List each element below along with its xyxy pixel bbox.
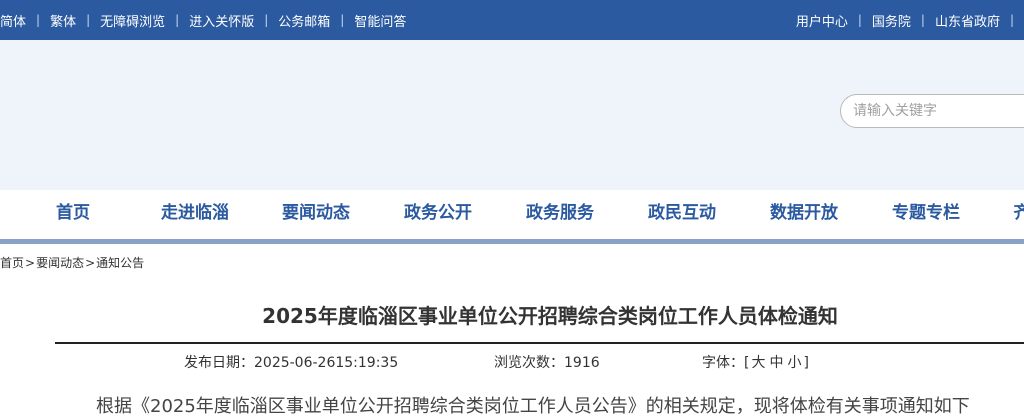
link-shandong-government[interactable]: 山东省政府 (935, 11, 1000, 30)
top-bar-left-links: 简体 | 繁体 | 无障碍浏览 | 进入关怀版 | 公务邮箱 | 智能问答 (0, 0, 406, 40)
top-bar-right-links: 用户中心 | 国务院 | 山东省政府 | (796, 0, 1024, 40)
top-bar: 简体 | 繁体 | 无障碍浏览 | 进入关怀版 | 公务邮箱 | 智能问答 用户… (0, 0, 1024, 40)
separator: | (264, 13, 268, 27)
nav-item-government-services[interactable]: 政务服务 (526, 190, 594, 236)
link-care-version[interactable]: 进入关怀版 (189, 11, 254, 30)
breadcrumb-notices[interactable]: 通知公告 (96, 256, 144, 270)
article-title: 2025年度临淄区事业单位公开招聘综合类岗位工作人员体检通知 (0, 300, 1024, 329)
separator: | (36, 13, 40, 27)
link-state-council[interactable]: 国务院 (872, 11, 911, 30)
view-count-value: 1916 (564, 355, 600, 371)
link-official-email[interactable]: 公务邮箱 (278, 11, 330, 30)
search-box (840, 94, 1024, 128)
article-body: 根据《2025年度临淄区事业单位公开招聘综合类岗位工作人员公告》的相关规定，现将… (96, 392, 970, 418)
separator: | (175, 13, 179, 27)
view-count-label: 浏览次数： (494, 355, 564, 371)
breadcrumb-news[interactable]: 要闻动态 (36, 256, 84, 270)
publish-date-label: 发布日期： (184, 355, 254, 371)
separator: | (921, 13, 925, 27)
nav-divider (0, 239, 1024, 244)
nav-item-government-affairs[interactable]: 政务公开 (404, 190, 472, 236)
nav-item-open-data[interactable]: 数据开放 (770, 190, 838, 236)
nav-item-truncated[interactable]: 齐 (1014, 190, 1024, 236)
font-size-medium-button[interactable]: 中 (767, 355, 785, 371)
link-traditional-chinese[interactable]: 繁体 (50, 11, 76, 30)
title-divider (55, 342, 1024, 344)
font-size-label: 字体： (702, 355, 744, 371)
nav-item-special-topics[interactable]: 专题专栏 (892, 190, 960, 236)
breadcrumb: 首页>要闻动态>通知公告 (0, 254, 144, 271)
separator: | (1010, 13, 1014, 27)
nav-item-news[interactable]: 要闻动态 (282, 190, 350, 236)
breadcrumb-separator: > (85, 256, 95, 270)
breadcrumb-home[interactable]: 首页 (0, 256, 24, 270)
nav-item-public-interaction[interactable]: 政民互动 (648, 190, 716, 236)
font-size-bracket-close: ] (803, 355, 808, 371)
font-size-large-button[interactable]: 大 (749, 355, 767, 371)
publish-date: 发布日期：2025-06-2615:19:35 (184, 352, 398, 372)
link-simplified-chinese[interactable]: 简体 (0, 11, 26, 30)
link-smart-qa[interactable]: 智能问答 (354, 11, 406, 30)
search-input[interactable] (853, 102, 1023, 120)
font-size-control: 字体：[大中小] (702, 352, 809, 372)
nav-item-home[interactable]: 首页 (56, 190, 90, 236)
nav-item-about-linzi[interactable]: 走进临淄 (161, 190, 229, 236)
separator: | (340, 13, 344, 27)
separator: | (86, 13, 90, 27)
link-user-center[interactable]: 用户中心 (796, 11, 848, 30)
publish-date-value: 2025-06-2615:19:35 (254, 355, 398, 371)
main-nav: 首页 走进临淄 要闻动态 政务公开 政务服务 政民互动 数据开放 专题专栏 齐 (0, 190, 1024, 240)
breadcrumb-separator: > (25, 256, 35, 270)
font-size-small-button[interactable]: 小 (785, 355, 803, 371)
view-count: 浏览次数：1916 (494, 352, 600, 372)
link-accessible-browsing[interactable]: 无障碍浏览 (100, 11, 165, 30)
separator: | (858, 13, 862, 27)
